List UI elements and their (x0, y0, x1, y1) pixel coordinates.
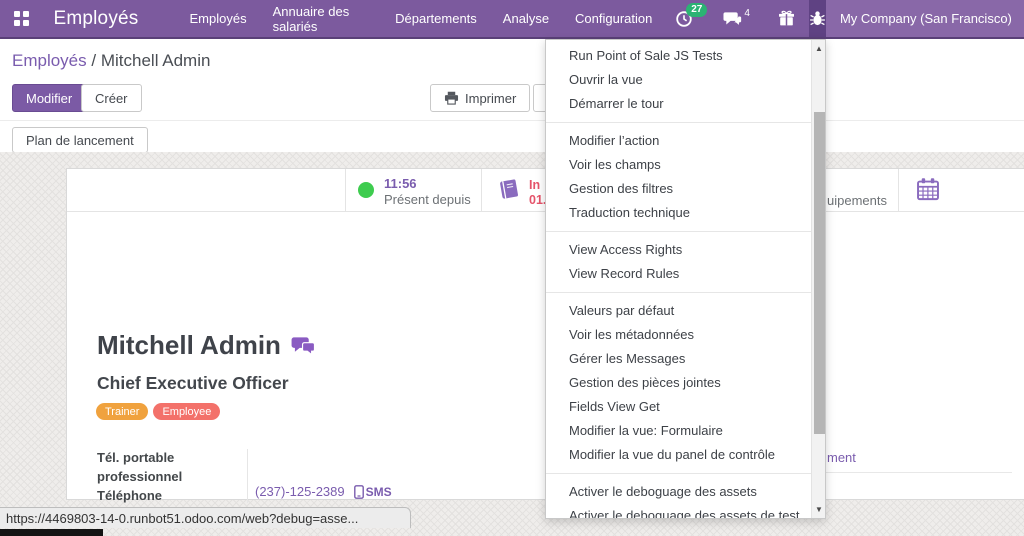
print-button[interactable]: Imprimer (430, 84, 530, 112)
employee-job-title: Chief Executive Officer (97, 373, 289, 394)
debug-menu-item[interactable]: Valeurs par défaut (546, 299, 811, 323)
sms-label: SMS (366, 485, 392, 499)
debug-menu-item[interactable]: Gestion des pièces jointes (546, 371, 811, 395)
debug-menu-item[interactable]: Ouvrir la vue (546, 68, 811, 92)
equipment-stat-fragment[interactable]: uipements (827, 193, 887, 208)
company-switcher[interactable]: My Company (San Francisco) (826, 0, 1024, 37)
chat-bubbles-icon (723, 11, 742, 27)
create-button[interactable]: Créer (81, 84, 142, 112)
debug-menu-item[interactable]: Fields View Get (546, 395, 811, 419)
menu-analyse[interactable]: Analyse (490, 0, 562, 37)
field-table-divider (247, 449, 248, 503)
apps-grid-icon (14, 11, 30, 27)
phone-value-link[interactable]: (237)-125-2389 (255, 484, 345, 499)
tag-trainer: Trainer (96, 403, 148, 420)
scrollbar-thumb[interactable] (814, 112, 825, 434)
debug-menu-item[interactable]: Démarrer le tour (546, 92, 811, 116)
taskbar-fragment (0, 529, 103, 536)
mobile-field-label-2: professionnel (97, 467, 182, 486)
stat-cell-divider (898, 169, 899, 211)
employee-name-row: Mitchell Admin (97, 330, 316, 361)
browser-status-url: https://4469803-14-0.runbot51.odoo.com/w… (0, 507, 411, 528)
menu-divider (546, 292, 811, 293)
scroll-down-arrow-icon[interactable]: ▼ (812, 505, 826, 514)
activity-systray-button[interactable]: 27 (665, 0, 703, 37)
main-menu-bar: Employés Annuaire des salariés Départeme… (177, 0, 666, 37)
debug-menu-item[interactable]: Voir les champs (546, 153, 811, 177)
app-brand: Employés (53, 0, 138, 37)
debug-menu-item[interactable]: Activer le deboguage des assets (546, 480, 811, 504)
mobile-phone-icon (354, 485, 364, 499)
menu-configuration[interactable]: Configuration (562, 0, 665, 37)
menu-annuaire[interactable]: Annuaire des salariés (260, 0, 383, 37)
menu-divider (546, 231, 811, 232)
debug-menu-item[interactable]: Run Point of Sale JS Tests (546, 44, 811, 68)
debug-menu-item[interactable]: Gestion des filtres (546, 177, 811, 201)
calendar-icon (915, 177, 941, 203)
messages-systray-button[interactable]: 4 (713, 0, 760, 37)
debug-menu-button[interactable] (809, 0, 826, 37)
presence-time[interactable]: 11:56 (384, 176, 417, 191)
menu-divider (546, 122, 811, 123)
debug-menu-item[interactable]: Traduction technique (546, 201, 811, 225)
message-count: 4 (744, 8, 750, 19)
edit-button[interactable]: Modifier (12, 84, 86, 112)
menu-departements[interactable]: Départements (382, 0, 490, 37)
book-icon (497, 177, 523, 203)
breadcrumb-current: Mitchell Admin (101, 51, 211, 70)
odoo-employees-screen: Employés Employés Annuaire des salariés … (0, 0, 1024, 536)
speech-bubbles-icon[interactable] (291, 335, 316, 356)
dropdown-scrollbar[interactable]: ▲ ▼ (811, 40, 825, 518)
debug-menu-item[interactable]: View Record Rules (546, 262, 811, 286)
debug-menu-item[interactable]: Modifier la vue: Formulaire (546, 419, 811, 443)
debug-menu-item[interactable]: View Access Rights (546, 238, 811, 262)
employee-name: Mitchell Admin (97, 330, 281, 361)
presence-status-dot (358, 182, 374, 198)
employee-tags: Trainer Employee (96, 403, 220, 420)
link-text-fragment[interactable]: ment (827, 450, 856, 465)
printer-icon (444, 91, 459, 105)
calendar-stat-button[interactable] (915, 177, 941, 208)
phone-field-label: Téléphone (97, 486, 182, 505)
systray: 27 4 (665, 0, 1024, 37)
gift-systray-button[interactable] (768, 0, 805, 37)
debug-menu-item[interactable]: Voir les métadonnées (546, 323, 811, 347)
tag-employee: Employee (153, 403, 220, 420)
gift-icon (778, 10, 795, 27)
breadcrumb-separator: / (91, 51, 96, 70)
launch-plan-button[interactable]: Plan de lancement (12, 127, 148, 153)
top-navbar: Employés Employés Annuaire des salariés … (0, 0, 1024, 39)
menu-employes[interactable]: Employés (177, 0, 260, 37)
debug-dropdown-menu: Run Point of Sale JS Tests Ouvrir la vue… (545, 39, 826, 519)
debug-menu-item[interactable]: Modifier l’action (546, 129, 811, 153)
print-button-label: Imprimer (465, 91, 516, 106)
activity-count-badge: 27 (686, 3, 707, 17)
field-labels: Tél. portable professionnel Téléphone (97, 448, 182, 505)
apps-menu-button[interactable] (0, 0, 43, 37)
debug-menu-item[interactable]: Gérer les Messages (546, 347, 811, 371)
breadcrumb-parent-link[interactable]: Employés (12, 51, 87, 70)
debug-menu-item[interactable]: Modifier la vue du panel de contrôle (546, 443, 811, 467)
scroll-up-arrow-icon[interactable]: ▲ (812, 44, 826, 53)
breadcrumb: Employés / Mitchell Admin (12, 51, 210, 71)
debug-menu-item[interactable]: Activer le deboguage des assets de test (546, 504, 811, 519)
leaves-stat-button[interactable] (497, 177, 523, 208)
mobile-field-label: Tél. portable (97, 448, 182, 467)
presence-label[interactable]: Présent depuis (384, 192, 471, 207)
stat-cell-divider (481, 169, 482, 211)
control-panel-divider (0, 120, 1024, 121)
menu-divider (546, 473, 811, 474)
sms-link[interactable]: SMS (354, 485, 392, 499)
stat-cell-divider (345, 169, 346, 211)
row-divider (826, 472, 1012, 473)
bug-icon (809, 10, 826, 27)
phone-value-row: (237)-125-2389 SMS (255, 484, 392, 499)
leaves-stat-text-fragment[interactable]: In 01. (529, 178, 546, 208)
